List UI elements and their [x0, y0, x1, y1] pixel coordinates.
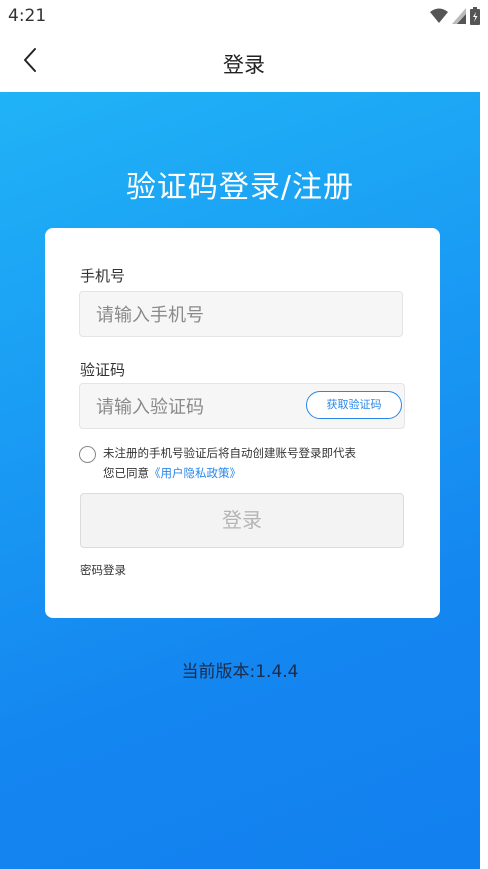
code-label: 验证码	[80, 361, 126, 379]
get-code-button[interactable]: 获取验证码	[306, 391, 402, 419]
agree-text: 未注册的手机号验证后将自动创建账号登录即代表	[103, 446, 356, 460]
top-bar: 登录	[0, 34, 488, 92]
version-text: 当前版本:1.4.4	[181, 662, 299, 682]
status-icons	[430, 7, 480, 29]
code-input-box: 获取验证码	[79, 383, 405, 430]
wifi-icon	[430, 8, 448, 28]
agree-radio[interactable]	[79, 446, 96, 463]
right-edge-strip	[480, 92, 488, 869]
login-heading: 验证码登录/注册	[125, 170, 355, 205]
hero-background: 验证码登录/注册 手机号 验证码 获取验证码 未注册的手机号验证后将自动创建账号…	[0, 92, 480, 869]
page-title: 登录	[223, 53, 265, 77]
status-bar: 4:21	[0, 0, 488, 34]
phone-input[interactable]	[94, 292, 308, 338]
code-input[interactable]	[94, 384, 308, 430]
login-button[interactable]: 登录	[80, 493, 404, 548]
password-login-link[interactable]: 密码登录	[80, 562, 126, 578]
battery-icon	[470, 7, 480, 29]
phone-input-box	[79, 291, 403, 338]
login-card: 手机号 验证码 获取验证码 未注册的手机号验证后将自动创建账号登录即代表 您已同…	[45, 228, 440, 618]
signal-icon	[452, 8, 466, 28]
status-time: 4:21	[8, 6, 47, 26]
agree-prefix: 您已同意	[103, 466, 149, 480]
phone-label: 手机号	[80, 267, 126, 285]
privacy-policy-link[interactable]: 《用户隐私政策》	[149, 466, 241, 480]
agree-text-2: 您已同意《用户隐私政策》	[103, 465, 241, 481]
